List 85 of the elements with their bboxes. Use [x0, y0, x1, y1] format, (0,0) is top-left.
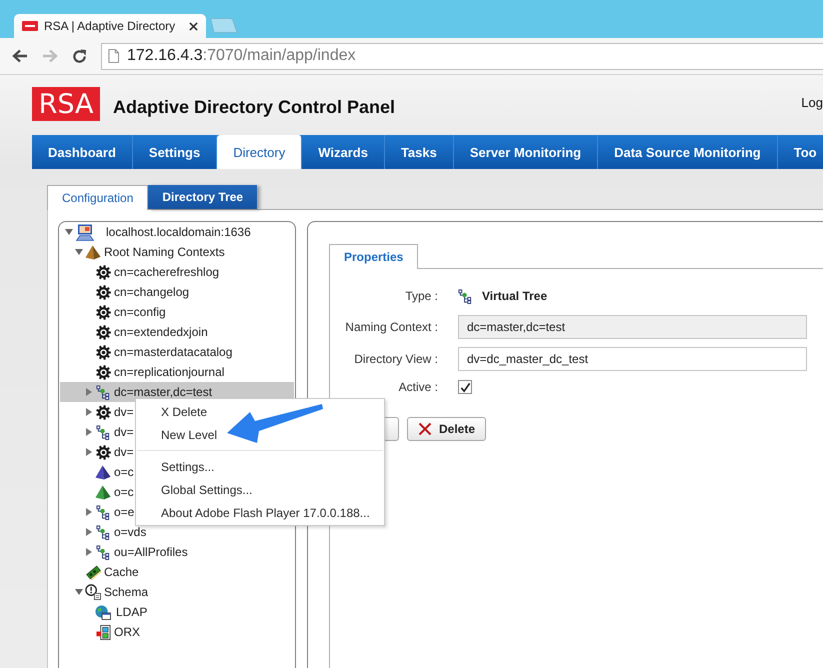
- caret-down-icon[interactable]: [75, 249, 83, 255]
- hierarchy-icon: [96, 504, 110, 520]
- field-label: Active :: [398, 380, 438, 394]
- computer-icon: [76, 224, 94, 240]
- tree-node-label[interactable]: Root Naming Contexts: [104, 246, 225, 258]
- hierarchy-icon: [96, 384, 110, 400]
- sub-tab[interactable]: Directory Tree: [148, 185, 258, 209]
- text-field[interactable]: dv=dc_master_dc_test: [458, 347, 807, 371]
- logo-icon: [22, 21, 38, 31]
- hierarchy-icon: [96, 544, 110, 560]
- nav-tab[interactable]: Dashboard: [32, 135, 133, 169]
- tree-node-label[interactable]: cn=extendedxjoin: [114, 326, 208, 338]
- gear-icon: [96, 284, 110, 300]
- gear-icon: [96, 344, 110, 360]
- menu-item[interactable]: Global Settings...: [136, 478, 384, 501]
- caret-down-icon[interactable]: [75, 589, 83, 595]
- tree-node-label[interactable]: cn=replicationjournal: [114, 366, 224, 378]
- tree-node-label[interactable]: Schema: [104, 586, 148, 598]
- tree-node-label[interactable]: ORX: [114, 626, 140, 638]
- hierarchy-icon: [96, 424, 110, 440]
- tree-node-label[interactable]: LDAP: [116, 606, 148, 618]
- tree-node-label[interactable]: cn=cacherefreshlog: [114, 266, 220, 278]
- field-label: Naming Context :: [344, 320, 438, 334]
- delete-button[interactable]: Delete: [407, 417, 486, 441]
- sub-tab[interactable]: Configuration: [47, 185, 148, 210]
- browser-tab[interactable]: RSA | Adaptive Directory: [14, 14, 206, 38]
- caret-right-icon[interactable]: [86, 508, 92, 516]
- nav-tab[interactable]: Data Source Monitoring: [598, 135, 778, 169]
- globe-icon: [95, 604, 111, 620]
- close-icon[interactable]: [189, 22, 198, 30]
- nav-tab[interactable]: Server Monitoring: [454, 135, 598, 169]
- hierarchy-icon: [96, 524, 110, 540]
- reload-icon[interactable]: [72, 48, 87, 64]
- menu-item[interactable]: New Level: [136, 423, 384, 446]
- caret-down-icon[interactable]: [65, 229, 73, 235]
- tree-node-label[interactable]: dv=: [114, 446, 134, 458]
- blocks-icon: [96, 624, 110, 640]
- back-icon[interactable]: [12, 49, 28, 63]
- caret-right-icon[interactable]: [86, 528, 92, 536]
- caret-right-icon[interactable]: [86, 428, 92, 436]
- caret-right-icon[interactable]: [86, 448, 92, 456]
- gear-icon: [96, 324, 110, 340]
- hierarchy-icon: [458, 288, 472, 304]
- caret-right-icon[interactable]: [86, 548, 92, 556]
- type-value: Virtual Tree: [482, 289, 548, 303]
- tab-title: RSA | Adaptive Directory: [44, 19, 176, 33]
- page-icon: [108, 49, 119, 63]
- field-label: Directory View :: [353, 352, 438, 366]
- readonly-field: dc=master,dc=test: [458, 315, 807, 339]
- tree-node-label[interactable]: o=e: [114, 506, 134, 518]
- tree-node-label[interactable]: o=c: [114, 466, 134, 478]
- menu-item[interactable]: X Delete: [136, 400, 384, 423]
- logo: RSA: [32, 87, 100, 121]
- header-link[interactable]: Log: [801, 95, 823, 110]
- tree-node-label[interactable]: o=c: [114, 486, 134, 498]
- caret-right-icon[interactable]: [86, 408, 92, 416]
- tree-node-label[interactable]: Cache: [104, 566, 139, 578]
- gear-icon: [96, 364, 110, 380]
- nav-tab[interactable]: Directory: [217, 135, 302, 169]
- menu-item[interactable]: About Adobe Flash Player 17.0.0.188...: [136, 501, 384, 524]
- gear-icon: [96, 444, 110, 460]
- tree-node-label[interactable]: o=vds: [114, 526, 146, 538]
- address-field[interactable]: 172.16.4.3:7070/main/app/index: [101, 42, 823, 70]
- nav-tab[interactable]: Too: [778, 135, 823, 169]
- tree-node-label[interactable]: localhost.localdomain:1636: [106, 226, 251, 238]
- tree-node-label[interactable]: cn=changelog: [114, 286, 190, 298]
- gear-icon: [96, 304, 110, 320]
- checkbox[interactable]: [458, 380, 472, 394]
- tree-node-label[interactable]: ou=AllProfiles: [114, 546, 188, 558]
- tree-node-label[interactable]: dc=master,dc=test: [114, 386, 212, 398]
- gear-icon: [96, 264, 110, 280]
- tree-node-label[interactable]: cn=config: [114, 306, 166, 318]
- properties-tab[interactable]: Properties: [329, 244, 418, 269]
- magnifier-icon: [85, 584, 101, 600]
- gear-icon: [96, 404, 110, 420]
- nav-tab[interactable]: Wizards: [302, 135, 385, 169]
- tree-node-label[interactable]: cn=masterdatacatalog: [114, 346, 232, 358]
- nav-tab[interactable]: Tasks: [384, 135, 454, 169]
- caret-right-icon[interactable]: [86, 388, 92, 396]
- tree-node-label[interactable]: dv=: [114, 426, 134, 438]
- tree-node-label[interactable]: dv=: [114, 406, 134, 418]
- menu-item[interactable]: Settings...: [136, 455, 384, 478]
- app-title: Adaptive Directory Control Panel: [113, 97, 396, 118]
- delete-icon: [418, 422, 432, 436]
- field-label: Type :: [404, 289, 438, 303]
